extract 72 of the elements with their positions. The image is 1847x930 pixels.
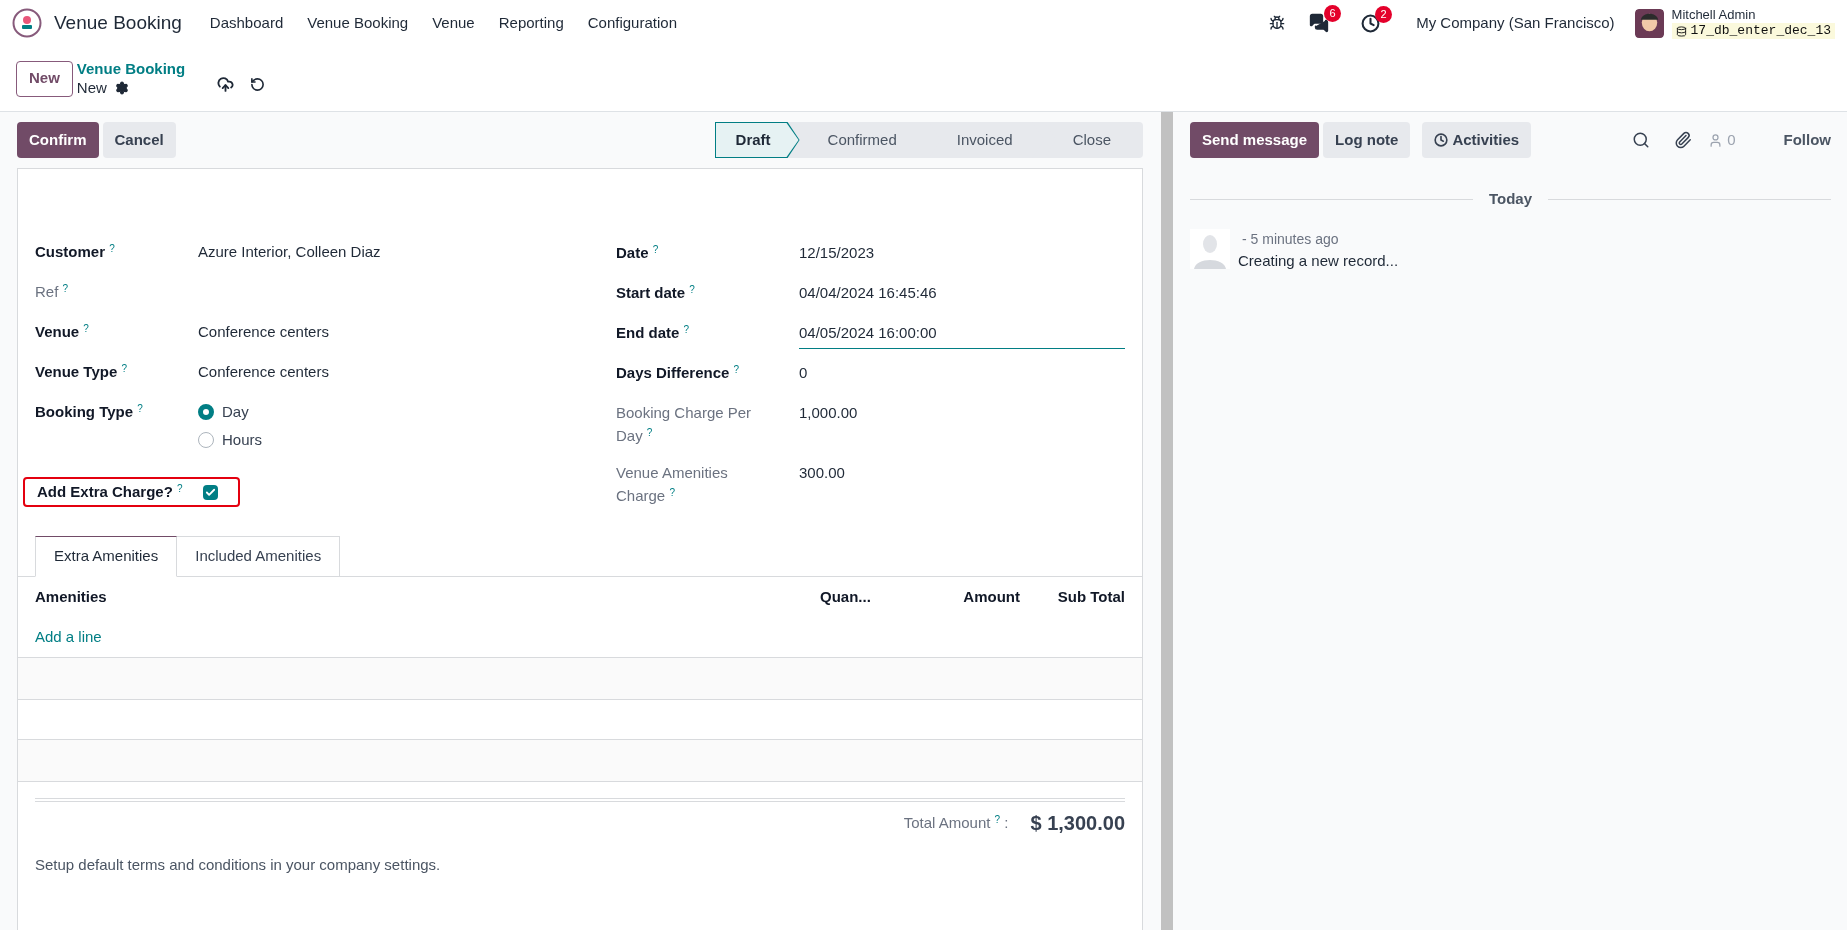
send-message-button[interactable]: Send message	[1190, 122, 1320, 158]
new-button[interactable]: New	[16, 60, 73, 97]
user-icon	[1708, 132, 1724, 148]
status-stage[interactable]: Draft	[714, 122, 800, 158]
app-name[interactable]: Venue Booking	[54, 8, 182, 38]
message-time: - 5 minutes ago	[1241, 229, 1340, 249]
record-name: New	[76, 78, 107, 98]
field-label: Add Extra Charge? $^{?}$	[37, 481, 183, 502]
database-icon	[1675, 25, 1687, 37]
log-note-button[interactable]: Log note	[1323, 122, 1411, 158]
field-label: End date $^{?}$	[616, 323, 691, 343]
company-switcher[interactable]: My Company (San Francisco)	[1416, 11, 1615, 35]
menu-item[interactable]: Venue	[420, 11, 487, 35]
user-avatar[interactable]	[1634, 8, 1664, 38]
form-tab[interactable]: Included Amenities	[177, 536, 341, 577]
menu-item[interactable]: Dashboard	[197, 11, 296, 35]
confirm-button[interactable]: Confirm	[17, 122, 99, 158]
breadcrumb-link[interactable]: Venue Booking	[76, 59, 186, 79]
menu-item[interactable]: Venue Booking	[295, 11, 421, 35]
date-separator: Today	[1487, 189, 1534, 209]
form-tab[interactable]: Extra Amenities	[35, 536, 178, 577]
follow-button[interactable]: Follow	[1783, 128, 1831, 152]
field-value[interactable]: 1,000.00	[799, 401, 1125, 424]
save-icon[interactable]	[217, 76, 235, 93]
messages-icon[interactable]	[1309, 13, 1330, 33]
message-body: Creating a new record...	[1238, 250, 1399, 271]
menu-item[interactable]: Reporting	[486, 11, 576, 35]
author-avatar	[1190, 228, 1230, 269]
count-badge: 6	[1324, 5, 1342, 22]
field-value[interactable]: 12/15/2023	[799, 241, 1125, 264]
scrollbar[interactable]	[1161, 112, 1173, 930]
field-value[interactable]: 300.00	[799, 461, 1125, 484]
total-value: $ 1,300.00	[1030, 811, 1125, 836]
field-label: Booking Charge Per Day $^{?}$	[616, 403, 753, 446]
count-badge: 2	[1375, 5, 1393, 23]
column-header[interactable]: Amount	[930, 586, 1020, 609]
check-icon	[204, 486, 216, 498]
terms-note: Setup default terms and conditions in your company settings.	[35, 855, 442, 875]
field-label: Venue Type $^{?}$	[35, 362, 127, 382]
activities-button[interactable]: Activities	[1422, 122, 1532, 158]
field-value[interactable]: Conference centers	[198, 361, 329, 384]
search-icon[interactable]	[1632, 131, 1651, 149]
field-value[interactable]: 04/05/2024 16:00:00	[799, 321, 1125, 349]
column-header[interactable]: Amenities	[35, 586, 820, 609]
add-line-link[interactable]: Add a line	[35, 626, 102, 649]
field-label: Ref $^{?}$	[35, 282, 69, 302]
debug-icon[interactable]	[1269, 15, 1286, 31]
user-name[interactable]: Mitchell Admin	[1671, 6, 1835, 23]
field-value[interactable]: Conference centers	[198, 321, 329, 344]
field-label: Days Difference $^{?}$	[616, 363, 741, 383]
total-label: Total Amount $^{?}$ :	[903, 812, 1009, 833]
discard-icon[interactable]	[250, 77, 266, 92]
field-value[interactable]: 04/04/2024 16:45:46	[799, 281, 1125, 304]
field-label: Booking Type $^{?}$	[35, 402, 143, 422]
activities-icon[interactable]	[1361, 13, 1381, 33]
field-label: Customer $^{?}$	[35, 242, 115, 262]
checkbox[interactable]	[202, 484, 218, 500]
field-value[interactable]: Azure Interior, Colleen Diaz	[198, 241, 381, 264]
settings-icon[interactable]	[114, 80, 129, 95]
app-logo-icon[interactable]	[12, 8, 42, 38]
field-label: Start date $^{?}$	[616, 283, 696, 303]
field-label: Date $^{?}$	[616, 243, 660, 263]
database-name: 17_db_enter_dec_13	[1671, 23, 1835, 40]
paperclip-icon[interactable]	[1674, 131, 1693, 149]
column-header[interactable]: Sub Total	[1020, 586, 1125, 609]
column-header[interactable]: Quan...	[820, 586, 930, 609]
cancel-button[interactable]: Cancel	[102, 122, 176, 158]
field-label: Venue Amenities Charge $^{?}$	[616, 463, 729, 506]
field-value[interactable]: 0	[799, 361, 1125, 384]
field-label: Venue $^{?}$	[35, 322, 89, 342]
clock-icon	[1434, 133, 1449, 147]
menu-item[interactable]: Configuration	[575, 11, 689, 35]
